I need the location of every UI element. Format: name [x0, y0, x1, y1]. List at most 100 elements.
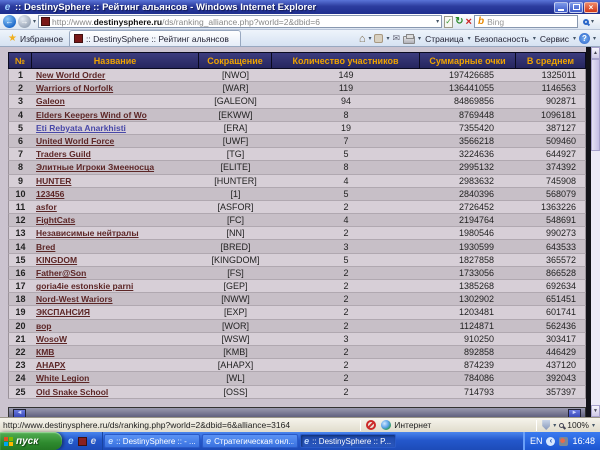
alliance-link[interactable]: Элитные Игроки Змееносца — [36, 162, 154, 172]
alliance-link[interactable]: FightCats — [36, 215, 75, 225]
total-points: 1733056 — [420, 267, 516, 279]
zone-dropdown-icon[interactable]: ▾ — [553, 422, 556, 429]
scroll-up-button[interactable]: ▲ — [591, 47, 600, 59]
alliance-link[interactable]: Eti Rebyata Anarkhisti — [36, 123, 126, 133]
feeds-dropdown-icon[interactable]: ▾ — [386, 35, 389, 42]
alliance-tag: [GEP] — [199, 280, 272, 292]
header-points[interactable]: Суммарные очки — [420, 53, 516, 68]
help-dropdown-icon[interactable]: ▾ — [593, 35, 596, 42]
alliance-link[interactable]: Warriors of Norfolk — [36, 83, 113, 93]
alliance-link[interactable]: Old Snake School — [36, 387, 108, 397]
alliance-name-cell: HUNTER — [32, 175, 199, 187]
search-box[interactable]: b Bing — [474, 15, 578, 28]
alliance-link[interactable]: New World Order — [36, 70, 105, 80]
quick-launch-app-icon[interactable] — [78, 437, 87, 446]
taskbar-window-3[interactable]: e :: DestinySphere :: P... — [300, 434, 396, 448]
scrollbar-thumb[interactable] — [591, 59, 600, 151]
forward-button[interactable]: → — [18, 15, 31, 28]
header-name[interactable]: Название — [32, 53, 199, 68]
alliance-link[interactable]: ЭКСПАНСИЯ — [36, 307, 90, 317]
page-dropdown-icon[interactable]: ▾ — [468, 35, 471, 42]
alliance-link[interactable]: goria4ie estonskie parni — [36, 281, 133, 291]
zoom-controls[interactable]: ▾ 100% ▾ — [542, 420, 597, 430]
alliance-link[interactable]: Независимые нейтралы — [36, 228, 139, 238]
safety-menu[interactable]: Безопасность — [474, 34, 530, 44]
alliance-tag: [1] — [199, 188, 272, 200]
print-dropdown-icon[interactable]: ▾ — [418, 35, 421, 42]
tools-menu[interactable]: Сервис — [539, 34, 570, 44]
bing-icon: b — [478, 16, 484, 27]
alliance-link[interactable]: Galeon — [36, 96, 65, 106]
tray-chevron-icon[interactable]: ‹ — [546, 437, 555, 446]
average-points: 365572 — [516, 254, 585, 266]
header-average[interactable]: В среднем — [516, 53, 585, 68]
address-bar[interactable]: http://www.destinysphere.ru/ds/ranking_a… — [38, 15, 442, 28]
next-page-button[interactable]: ► — [568, 409, 581, 418]
close-button[interactable]: × — [584, 2, 598, 13]
minimize-button[interactable] — [554, 2, 568, 13]
start-button[interactable]: пуск — [0, 432, 62, 450]
alliance-link[interactable]: Elders Keepers Wind of Wo — [36, 110, 147, 120]
language-indicator[interactable]: EN — [530, 436, 543, 446]
alliance-link[interactable]: Nord-West Wariors — [36, 294, 113, 304]
zoom-dropdown-icon[interactable]: ▾ — [592, 422, 595, 429]
search-input[interactable]: Bing — [487, 17, 504, 27]
tab-destinysphere[interactable]: :: DestinySphere :: Рейтинг альянсов — [69, 30, 241, 46]
address-dropdown-icon[interactable]: ▾ — [436, 18, 439, 25]
alliance-link[interactable]: United World Force — [36, 136, 114, 146]
back-button[interactable]: ← — [3, 15, 16, 28]
alliance-link[interactable]: KINGDOM — [36, 255, 77, 265]
page-menu[interactable]: Страница — [424, 34, 465, 44]
average-points: 651451 — [516, 293, 585, 305]
refresh-button[interactable]: ↻ — [455, 16, 463, 27]
alliance-tag: [WL] — [199, 372, 272, 384]
alliance-link[interactable]: asfor — [36, 202, 57, 212]
quick-launch-desktop-icon[interactable]: e — [91, 436, 97, 447]
compatibility-view-icon[interactable]: ✓ — [444, 16, 453, 28]
quick-launch-ie-icon[interactable]: e — [68, 436, 74, 447]
search-dropdown-icon[interactable]: ▾ — [591, 18, 594, 25]
feeds-icon[interactable] — [374, 34, 383, 43]
alliance-name-cell: Elders Keepers Wind of Wo — [32, 109, 199, 121]
ie-icon: e — [304, 436, 309, 446]
restore-button[interactable] — [569, 2, 583, 13]
total-points: 2983632 — [420, 175, 516, 187]
alliance-link[interactable]: АНАРХ — [36, 360, 65, 370]
alliance-link[interactable]: Traders Guild — [36, 149, 91, 159]
average-points: 374392 — [516, 161, 585, 173]
alliance-link[interactable]: 123456 — [36, 189, 64, 199]
taskbar-window-2[interactable]: e Стратегическая онл... — [202, 434, 298, 448]
home-dropdown-icon[interactable]: ▾ — [368, 35, 371, 42]
header-rank[interactable]: № — [9, 53, 32, 68]
tray-status-icon[interactable] — [559, 437, 568, 446]
stop-button[interactable]: × — [466, 16, 472, 28]
header-members[interactable]: Количество участников — [272, 53, 420, 68]
recent-pages-dropdown-icon[interactable]: ▾ — [33, 18, 36, 25]
help-icon[interactable]: ? — [579, 33, 590, 44]
alliance-link[interactable]: Father@Son — [36, 268, 86, 278]
member-count: 7 — [272, 135, 420, 147]
taskbar-window-1[interactable]: e :: DestinySphere :: - ... — [104, 434, 200, 448]
tools-dropdown-icon[interactable]: ▾ — [573, 35, 576, 42]
alliance-link[interactable]: HUNTER — [36, 176, 71, 186]
header-tag[interactable]: Сокращение — [199, 53, 272, 68]
member-count: 5 — [272, 188, 420, 200]
read-mail-icon[interactable]: ✉ — [393, 33, 401, 44]
average-points: 509460 — [516, 135, 585, 147]
row-rank: 25 — [9, 386, 32, 398]
alliance-link[interactable]: WosoW — [36, 334, 67, 344]
safety-dropdown-icon[interactable]: ▾ — [533, 35, 536, 42]
print-icon[interactable] — [403, 36, 415, 44]
zoom-level[interactable]: 100% — [567, 420, 589, 430]
scroll-down-button[interactable]: ▼ — [591, 405, 600, 417]
alliance-link[interactable]: КМВ — [36, 347, 54, 357]
home-icon[interactable]: ⌂ — [359, 33, 366, 45]
alliance-link[interactable]: Bred — [36, 242, 55, 252]
member-count: 8 — [272, 109, 420, 121]
favorites-button[interactable]: ★ Избранное — [2, 31, 69, 46]
vertical-scrollbar[interactable]: ▲ ▼ — [591, 47, 600, 417]
search-button[interactable]: ▾ — [580, 18, 597, 25]
alliance-link[interactable]: White Legion — [36, 373, 89, 383]
alliance-link[interactable]: вор — [36, 321, 52, 331]
prev-page-button[interactable]: ◄ — [13, 409, 26, 418]
